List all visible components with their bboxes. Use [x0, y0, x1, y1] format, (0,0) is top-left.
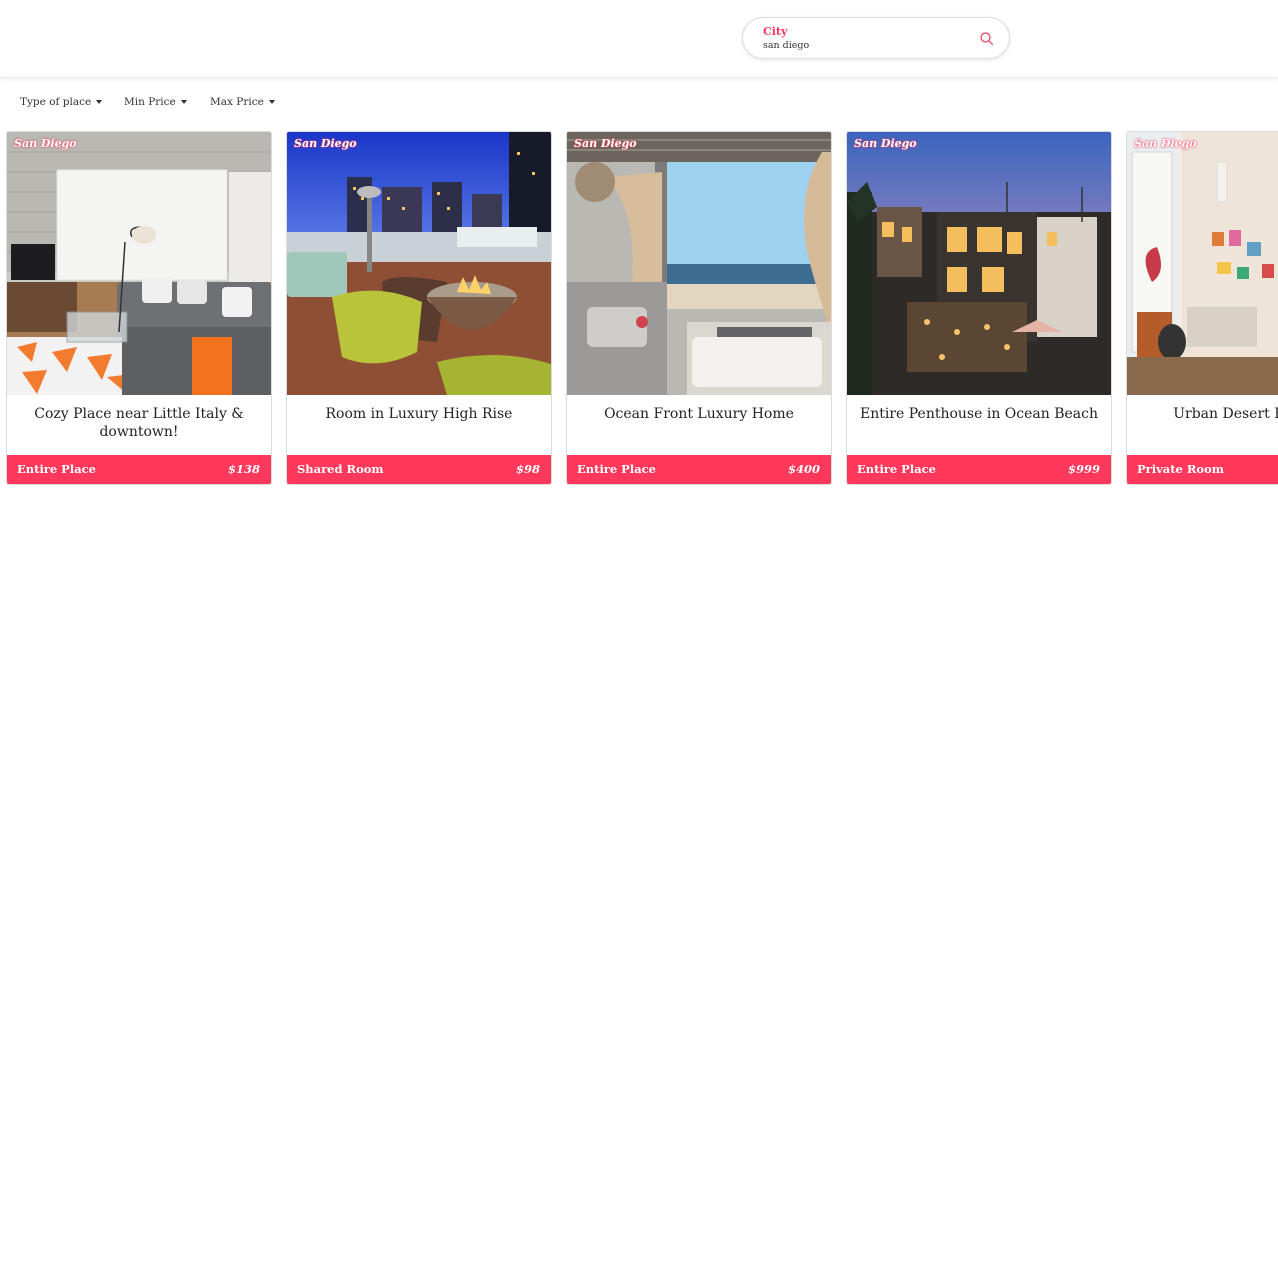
- type-of-place-label: Type of place: [20, 96, 92, 108]
- listing-price: $400: [787, 462, 820, 476]
- listing-city: San Diego: [294, 137, 357, 150]
- listing-title[interactable]: Urban Desert Hideaway: [1137, 405, 1278, 423]
- listing-type: Entire Place: [857, 462, 936, 476]
- listing-title[interactable]: Room in Luxury High Rise: [297, 405, 541, 423]
- listing-info-bar: Entire Place $138: [7, 455, 271, 484]
- city-search-bar[interactable]: City san diego: [742, 17, 1010, 59]
- listing-card[interactable]: San Diego Room in Luxury High Rise Share…: [286, 131, 552, 485]
- listing-photo[interactable]: [567, 132, 831, 395]
- min-price-dropdown[interactable]: Min Price: [124, 96, 187, 108]
- listing-card[interactable]: San Diego Entire Penthouse in Ocean Beac…: [846, 131, 1112, 485]
- max-price-dropdown[interactable]: Max Price: [210, 96, 275, 108]
- top-header: City san diego: [0, 0, 1278, 78]
- listing-card[interactable]: San Diego Ocean Front Luxury Home Entire…: [566, 131, 832, 485]
- listing-type: Private Room: [1137, 462, 1224, 476]
- listing-title[interactable]: Cozy Place near Little Italy & downtown!: [17, 405, 261, 441]
- city-search-value[interactable]: san diego: [763, 40, 809, 51]
- listing-cards: San Diego Cozy Place near Little Italy &…: [6, 131, 1278, 487]
- search-icon[interactable]: [979, 31, 995, 47]
- listing-photo[interactable]: [7, 132, 271, 395]
- listing-photo[interactable]: [1127, 132, 1278, 395]
- listing-title[interactable]: Ocean Front Luxury Home: [577, 405, 821, 423]
- min-price-label: Min Price: [124, 96, 176, 108]
- listing-price: $98: [515, 462, 540, 476]
- listing-info-bar: Entire Place $999: [847, 455, 1111, 484]
- listing-type: Entire Place: [577, 462, 656, 476]
- listing-city: San Diego: [14, 137, 77, 150]
- listing-price: $999: [1067, 462, 1100, 476]
- caret-down-icon: [96, 100, 103, 104]
- listing-city: San Diego: [574, 137, 637, 150]
- listing-photo[interactable]: [287, 132, 551, 395]
- listing-city: San Diego: [854, 137, 917, 150]
- listing-title[interactable]: Entire Penthouse in Ocean Beach: [857, 405, 1101, 423]
- type-of-place-dropdown[interactable]: Type of place: [20, 96, 103, 108]
- caret-down-icon: [268, 100, 275, 104]
- listing-card[interactable]: San Diego Cozy Place near Little Italy &…: [6, 131, 272, 485]
- listing-type: Shared Room: [297, 462, 384, 476]
- listing-info-bar: Private Room: [1127, 455, 1278, 484]
- listing-info-bar: Entire Place $400: [567, 455, 831, 484]
- listing-price: $138: [227, 462, 260, 476]
- listing-photo[interactable]: [847, 132, 1111, 395]
- caret-down-icon: [180, 100, 187, 104]
- listing-info-bar: Shared Room $98: [287, 455, 551, 484]
- city-search-label: City: [763, 25, 788, 38]
- listing-city: San Diego: [1134, 137, 1197, 150]
- listing-type: Entire Place: [17, 462, 96, 476]
- listing-card[interactable]: San Diego Urban Desert Hideaway Private …: [1126, 131, 1278, 485]
- max-price-label: Max Price: [210, 96, 264, 108]
